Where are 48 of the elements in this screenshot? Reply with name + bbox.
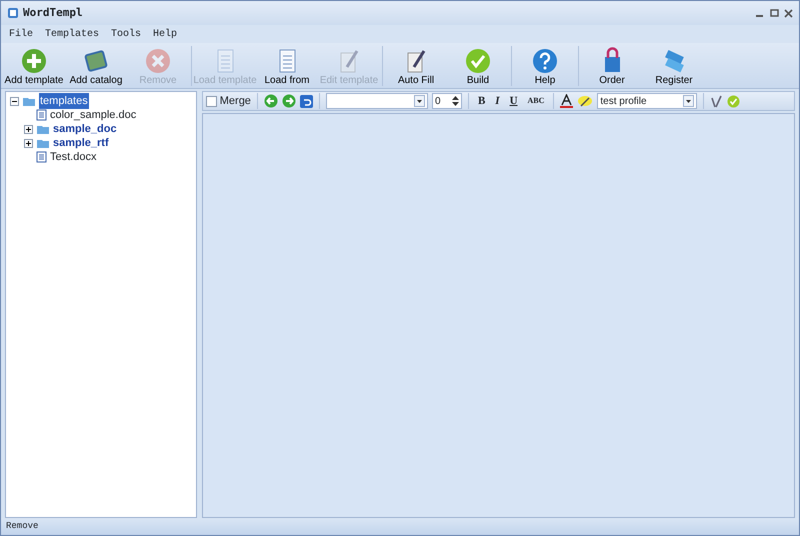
help-icon	[531, 47, 559, 75]
delete-icon	[144, 47, 172, 75]
tree-item[interactable]: sample_doc	[53, 120, 117, 138]
forward-icon[interactable]	[282, 94, 296, 108]
maximize-icon[interactable]	[770, 8, 778, 18]
font-color-icon[interactable]	[560, 94, 574, 108]
menu-item[interactable]: Tools	[111, 26, 142, 42]
merge-checkbox[interactable]: Merge	[206, 92, 251, 110]
toolbar-button[interactable]: Register	[643, 47, 705, 88]
window-title: WordTempl	[23, 4, 83, 21]
checkbox-icon[interactable]	[206, 96, 217, 106]
document-icon	[36, 109, 47, 121]
font-size-spinner[interactable]: 0	[432, 93, 462, 109]
toolbar-button[interactable]: Add catalog	[65, 47, 127, 88]
back-icon[interactable]	[264, 94, 278, 108]
tree-item[interactable]: Test.docx	[50, 148, 96, 166]
caret-icon	[683, 95, 694, 107]
plus-icon	[20, 47, 48, 75]
status-text: Remove	[6, 520, 38, 533]
menu-item[interactable]: File	[9, 26, 34, 42]
checkmark-icon	[464, 47, 492, 75]
expand-icon[interactable]	[24, 138, 33, 148]
document-icon	[36, 151, 47, 163]
toolbar-button[interactable]: Load from	[256, 47, 318, 88]
tree-item[interactable]: color_sample.doc	[50, 106, 136, 124]
highlighter-icon[interactable]	[577, 94, 594, 108]
toolbar-button[interactable]: Auto Fill	[385, 47, 447, 88]
underline-button[interactable]: U	[506, 92, 521, 110]
close-icon[interactable]	[784, 8, 793, 18]
expand-icon[interactable]	[24, 124, 33, 134]
profile-dropdown[interactable]: test profile	[597, 93, 698, 109]
checkmark-icon[interactable]	[727, 94, 740, 108]
app-icon	[7, 7, 19, 19]
spinner-arrows-icon	[452, 95, 459, 107]
toolbar-button[interactable]: Add template	[3, 47, 65, 88]
caret-icon	[414, 95, 425, 107]
toolbar-button[interactable]: Help	[514, 47, 576, 88]
undo-icon[interactable]	[300, 94, 313, 108]
toolbar-button[interactable]: Order	[581, 47, 643, 88]
tree-item[interactable]: sample_rtf	[53, 134, 109, 152]
menu-item[interactable]: Templates	[45, 26, 100, 42]
collapse-icon[interactable]	[10, 96, 19, 106]
bold-button[interactable]: B	[474, 92, 488, 110]
strikethrough-button[interactable]: ABC	[524, 95, 548, 107]
italic-button[interactable]: I	[492, 92, 503, 110]
toolbar-button[interactable]: Build	[447, 47, 509, 88]
tree-item[interactable]: templates	[39, 92, 89, 110]
menu-item[interactable]: Help	[153, 26, 178, 42]
